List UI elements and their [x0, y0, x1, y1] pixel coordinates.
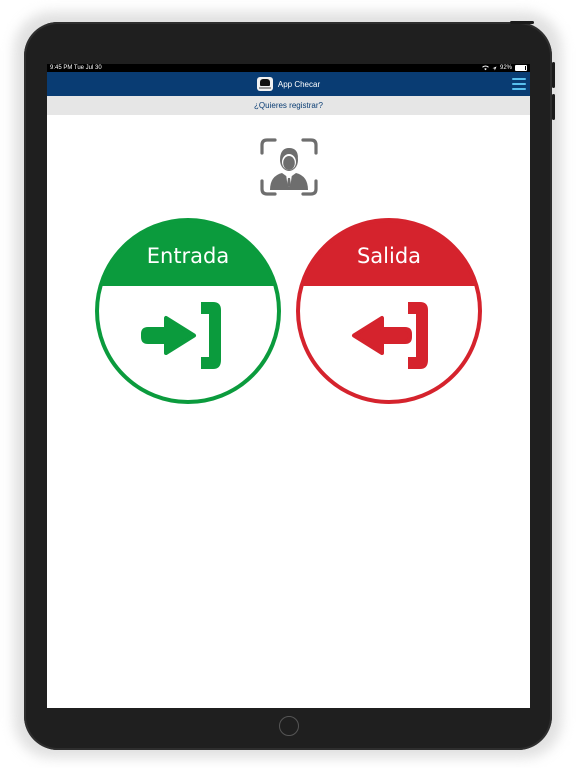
screen: 9:45 PM Tue Jul 30 92% App Checar ¿Quier…	[47, 64, 530, 708]
nav-bar: App Checar	[47, 72, 530, 96]
battery-icon	[515, 65, 527, 71]
status-time-date: 9:45 PM Tue Jul 30	[50, 65, 102, 71]
battery-percentage: 92%	[499, 65, 512, 71]
entry-button[interactable]: Entrada	[95, 218, 281, 404]
status-bar: 9:45 PM Tue Jul 30 92%	[47, 64, 530, 72]
app-title: App Checar	[277, 79, 321, 89]
register-prompt: ¿Quieres registrar?	[47, 96, 530, 115]
entry-label: Entrada	[146, 244, 230, 268]
home-button[interactable]	[279, 716, 299, 736]
face-scan-icon[interactable]	[260, 138, 318, 196]
side-button-lower	[552, 94, 555, 120]
location-arrow-icon	[492, 66, 497, 70]
exit-button[interactable]: Salida	[296, 218, 482, 404]
status-indicators: 92%	[482, 64, 527, 72]
app-logo-icon	[256, 77, 273, 91]
volume-button	[510, 21, 534, 24]
side-button-upper	[552, 62, 555, 88]
hamburger-menu-icon[interactable]	[512, 77, 526, 91]
exit-label: Salida	[356, 244, 422, 268]
wifi-icon	[482, 65, 489, 71]
